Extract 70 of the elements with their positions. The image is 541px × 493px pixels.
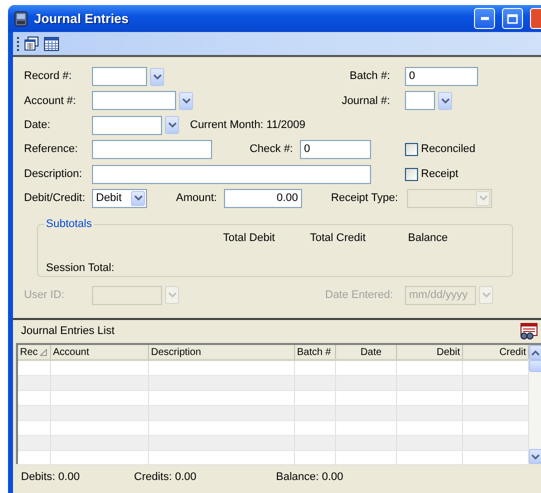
table-settings-icon[interactable] [519,323,538,340]
scrollbar[interactable] [529,345,541,464]
field-label: Journal #: [340,94,390,109]
scroll-down-button[interactable] [529,449,541,464]
panel-title: Journal Entries List [21,324,115,340]
caret-icon [168,292,176,298]
scroll-up-button[interactable] [529,345,541,360]
dropdown-field[interactable]: Debit [92,188,147,208]
scroll-thumb[interactable] [529,360,541,372]
field-label: Record #: [24,69,73,84]
column-header[interactable]: Batch # [295,345,336,359]
status-text: Debits: 0.00 [21,470,81,486]
field-label: Account #: [24,94,77,109]
minimize-icon [480,17,488,20]
caret-icon [134,195,142,202]
column-header[interactable]: Rec [18,345,51,359]
column-header[interactable]: Account [51,345,149,359]
input-field[interactable] [92,164,371,184]
app-icon [14,10,28,26]
field-label: Check #: [248,142,293,158]
row-label: Session Total: [46,261,114,276]
field-label: Date Entered: [324,288,393,304]
input-field[interactable]: 0 [300,140,371,160]
field-label: Batch #: [348,69,390,84]
caret-icon [478,195,488,202]
caret-icon [168,122,176,128]
dropdown-button[interactable] [165,116,179,134]
combo-field[interactable] [92,67,147,86]
field-label: Date: [24,118,52,134]
field-label: Receipt Type: [330,191,398,206]
status-text: Balance: 0.00 [276,470,344,486]
window-title: Journal Entries [34,10,129,28]
dropdown-button[interactable] [150,68,164,86]
windows-icon[interactable] [24,36,39,51]
combo-field[interactable] [92,91,176,110]
grid-icon[interactable] [44,36,59,50]
caret-icon [440,98,450,104]
checkbox[interactable] [405,168,418,181]
column-header: Balance [408,230,449,246]
maximize-icon [507,14,518,24]
combo-field[interactable] [405,91,435,110]
input-field[interactable]: 0 [405,67,478,86]
caret-icon [182,98,190,104]
column-header[interactable]: Debit [397,345,463,359]
minimize-button[interactable] [474,8,495,29]
caret-icon [531,454,540,460]
dropdown-button[interactable] [438,92,452,110]
combo-field[interactable] [92,116,162,135]
field-label: Amount: [176,191,218,206]
amount-field[interactable]: 0.00 [224,188,302,208]
checkbox-label[interactable]: Receipt [421,166,458,182]
status-text: Credits: 0.00 [134,470,198,486]
field-label: Current Month: 11/2009 [190,118,306,134]
field-label: Debit/Credit: [24,191,86,206]
caret-icon [482,292,490,298]
field-label: Reference: [24,142,79,158]
checkbox[interactable] [405,143,418,156]
checkbox-label[interactable]: Reconciled [421,141,476,158]
field-label: Description: [24,166,84,182]
field-label: User ID: [24,288,66,304]
input-field[interactable] [92,140,212,160]
dropdown-button[interactable] [179,92,193,110]
column-header: Total Credit [310,230,367,246]
column-header[interactable]: Date [336,345,397,359]
column-header[interactable]: Description [149,345,295,359]
close-button[interactable] [530,8,541,29]
caret-icon [152,74,162,80]
column-header: Total Debit [223,230,276,246]
maximize-button[interactable] [502,8,523,29]
dropdown-button[interactable] [131,190,145,206]
